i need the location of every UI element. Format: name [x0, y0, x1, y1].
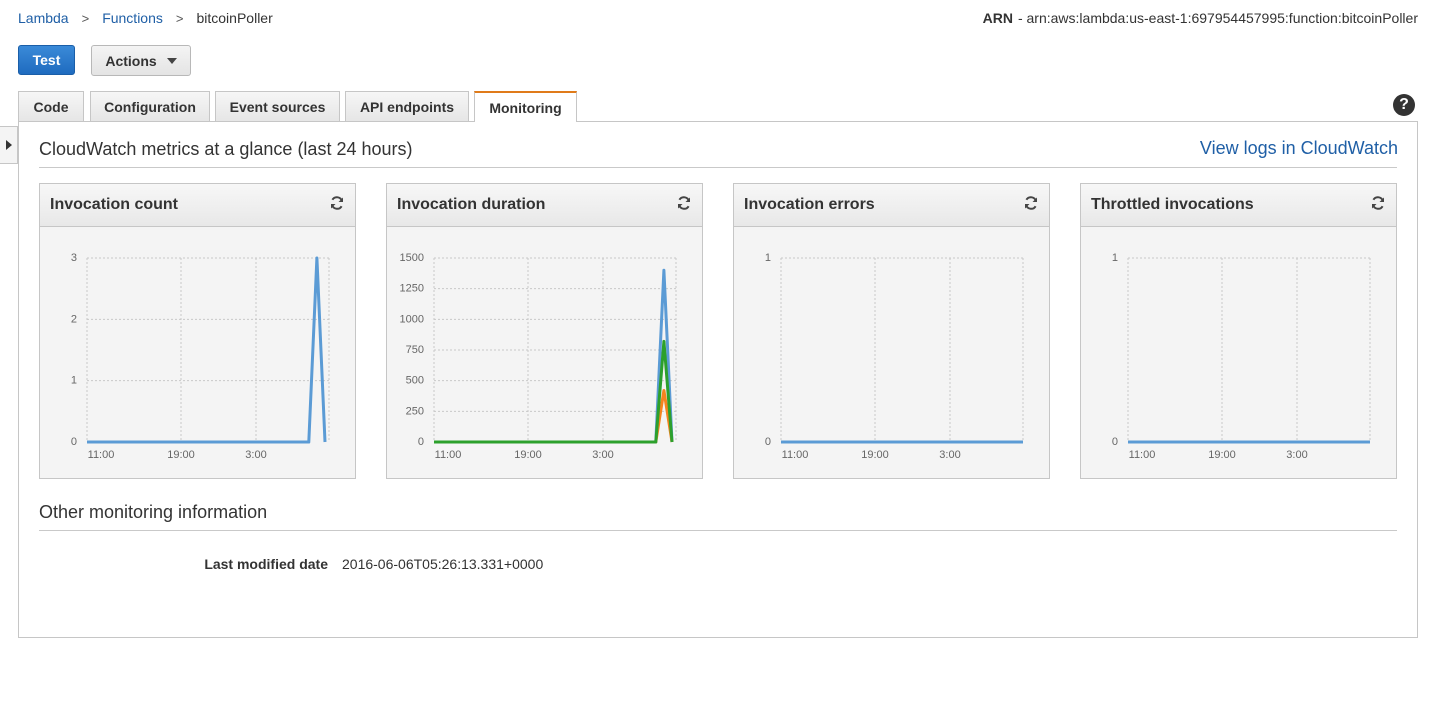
view-logs-link[interactable]: View logs in CloudWatch	[1200, 138, 1398, 159]
y-tick-label: 750	[406, 344, 424, 356]
y-tick-label: 1	[71, 375, 77, 387]
invocation-errors-chart: 0 1 11:00 19:00 3:00	[765, 252, 1024, 461]
last-modified-value: 2016-06-06T05:26:13.331+0000	[342, 556, 544, 572]
x-tick-label: 11:00	[782, 449, 809, 461]
divider	[39, 167, 1397, 168]
y-tick-label: 0	[1112, 436, 1118, 448]
y-tick-label: 500	[406, 375, 424, 387]
breadcrumb: Lambda > Functions > bitcoinPoller	[18, 10, 273, 26]
sidebar-toggle[interactable]	[0, 126, 18, 164]
x-tick-label: 3:00	[592, 449, 613, 461]
last-modified-label: Last modified date	[204, 556, 328, 572]
y-tick-label: 250	[406, 405, 424, 417]
y-tick-label: 2	[71, 313, 77, 325]
card-header: Invocation count	[40, 184, 355, 227]
card-title: Invocation count	[50, 196, 178, 213]
metric-card-invocation-count: Invocation count 0 1 2 3 11:00 19:00 3:00	[39, 183, 356, 479]
card-title: Throttled invocations	[1091, 196, 1254, 213]
y-tick-label: 0	[71, 436, 77, 448]
tab-monitoring[interactable]: Monitoring	[474, 91, 577, 122]
x-tick-label: 3:00	[1286, 449, 1307, 461]
other-monitoring-title: Other monitoring information	[39, 502, 268, 522]
function-arn: ARN - arn:aws:lambda:us-east-1:6979544579…	[983, 10, 1418, 26]
chevron-right-icon	[5, 140, 12, 150]
y-tick-label: 1250	[400, 283, 424, 295]
card-title: Invocation errors	[744, 196, 875, 213]
tab-code[interactable]: Code	[18, 91, 84, 121]
card-title: Invocation duration	[397, 196, 546, 213]
breadcrumb-functions-link[interactable]: Functions	[102, 10, 163, 26]
x-tick-label: 3:00	[939, 449, 960, 461]
series-line-0	[87, 256, 327, 444]
breadcrumb-lambda-link[interactable]: Lambda	[18, 10, 69, 26]
arn-value: - arn:aws:lambda:us-east-1:697954457995:…	[1017, 10, 1418, 26]
x-tick-label: 19:00	[861, 449, 889, 461]
invocation-duration-chart: 0 250 500 750 1000 1250 1500 11:00 19:00 3:00	[400, 252, 677, 461]
refresh-icon[interactable]	[1023, 195, 1039, 211]
x-tick-label: 11:00	[435, 449, 462, 461]
breadcrumb-separator: >	[175, 10, 184, 26]
refresh-icon[interactable]	[329, 195, 345, 211]
metric-card-throttled-invocations: Throttled invocations 0 1 11:00 19:00 3:00	[1080, 183, 1397, 479]
throttled-invocations-chart: 0 1 11:00 19:00 3:00	[1112, 252, 1371, 461]
card-header: Throttled invocations	[1081, 184, 1396, 227]
series-line-0	[434, 268, 674, 444]
tab-event-sources[interactable]: Event sources	[215, 91, 340, 121]
help-icon[interactable]: ?	[1393, 94, 1415, 116]
invocation-count-chart: 0 1 2 3 11:00 19:00 3:00	[71, 252, 330, 461]
actions-dropdown-button[interactable]: Actions	[91, 45, 191, 76]
x-tick-label: 11:00	[88, 449, 115, 461]
y-tick-label: 1000	[400, 313, 424, 325]
metric-card-invocation-duration: Invocation duration 0 250 500 750 1000 1250 15…	[386, 183, 703, 479]
card-header: Invocation duration	[387, 184, 702, 227]
y-tick-label: 3	[71, 252, 77, 264]
x-tick-label: 19:00	[514, 449, 542, 461]
y-tick-label: 0	[418, 436, 424, 448]
refresh-icon[interactable]	[1370, 195, 1386, 211]
tab-api-endpoints[interactable]: API endpoints	[345, 91, 469, 121]
series-line-1	[434, 389, 674, 444]
metrics-section-title: CloudWatch metrics at a glance (last 24 …	[39, 139, 413, 159]
series-line-2	[434, 339, 674, 444]
metric-card-invocation-errors: Invocation errors 0 1 11:00 19:00 3:00	[733, 183, 1050, 479]
y-tick-label: 1	[765, 252, 771, 264]
x-tick-label: 3:00	[245, 449, 266, 461]
y-tick-label: 1	[1112, 252, 1118, 264]
refresh-icon[interactable]	[676, 195, 692, 211]
x-tick-label: 11:00	[1129, 449, 1156, 461]
card-header: Invocation errors	[734, 184, 1049, 227]
tab-configuration[interactable]: Configuration	[90, 91, 210, 121]
test-button[interactable]: Test	[18, 45, 75, 75]
breadcrumb-separator: >	[81, 10, 90, 26]
y-tick-label: 0	[765, 436, 771, 448]
x-tick-label: 19:00	[1208, 449, 1236, 461]
caret-down-icon	[166, 58, 177, 64]
arn-label: ARN	[982, 10, 1013, 26]
divider	[39, 530, 1397, 531]
y-tick-label: 1500	[400, 252, 424, 264]
actions-label: Actions	[105, 52, 157, 69]
x-tick-label: 19:00	[167, 449, 195, 461]
breadcrumb-current: bitcoinPoller	[196, 10, 273, 26]
